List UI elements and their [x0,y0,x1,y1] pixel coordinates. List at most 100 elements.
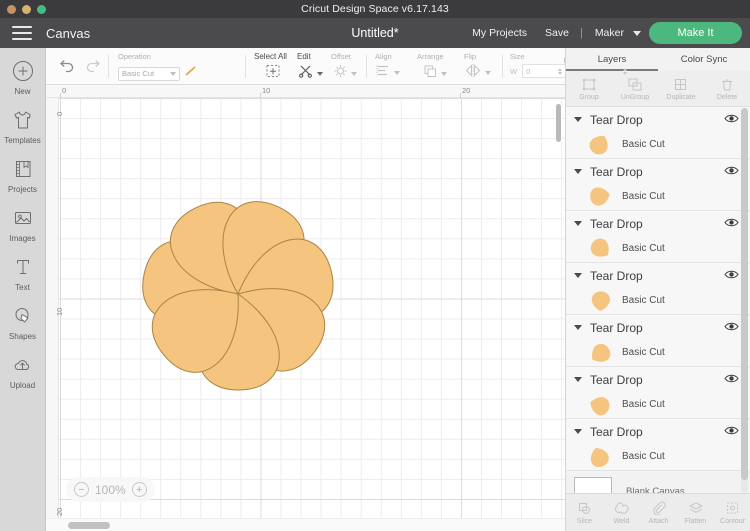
header-separator: | [578,27,585,39]
flatten-button[interactable]: Flatten [677,500,714,525]
chevron-down-icon[interactable] [394,71,400,75]
teardrop-thumbnail-icon [588,238,612,260]
visibility-eye-icon[interactable] [724,111,739,129]
layer-header[interactable]: Tear Drop [566,159,750,184]
ungroup-button[interactable]: UnGroup [612,71,658,106]
layer-detail[interactable]: Basic Cut [566,288,750,313]
layer-operation: Basic Cut [622,191,665,202]
visibility-eye-icon[interactable] [724,215,739,233]
visibility-eye-icon[interactable] [724,319,739,337]
blank-canvas-row[interactable]: Blank Canvas [566,471,750,495]
layer-detail[interactable]: Basic Cut [566,184,750,209]
layer-row[interactable]: Tear DropBasic Cut [566,315,750,367]
contour-button[interactable]: Contour [714,500,750,525]
canvas-vertical-scrollbar[interactable] [555,103,562,531]
sidebar-item-upload[interactable]: Upload [0,352,46,390]
toolbar-divider [245,55,246,78]
attach-button[interactable]: Attach [640,500,677,525]
save-button[interactable]: Save [536,27,578,39]
machine-selector-label[interactable]: Maker [585,27,628,39]
group-button[interactable]: Group [566,71,612,106]
chevron-down-icon[interactable] [633,31,641,36]
chevron-down-icon[interactable] [574,117,582,122]
undo-icon[interactable] [58,59,75,78]
sidebar-item-shapes[interactable]: Shapes [0,303,46,341]
canvas-horizontal-scrollbar[interactable] [46,518,565,531]
chevron-down-icon[interactable] [574,221,582,226]
chevron-down-icon[interactable] [574,325,582,330]
flip-icon[interactable] [464,64,482,82]
teardrop-thumbnail-icon [588,446,612,468]
tab-color-sync[interactable]: Color Sync [658,48,750,71]
layer-header[interactable]: Tear Drop [566,419,750,444]
tab-layers[interactable]: Layers [566,48,658,71]
zoom-in-button[interactable]: + [132,482,147,497]
select-all-icon[interactable] [265,64,281,83]
my-projects-link[interactable]: My Projects [463,27,536,39]
weld-button[interactable]: Weld [603,500,640,525]
canvas-vertical-scroll-thumb[interactable] [555,103,562,143]
ungroup-label: UnGroup [621,94,649,101]
canvas-horizontal-scroll-thumb[interactable] [68,522,110,529]
layer-row[interactable]: Tear Drop Basic Cut [566,159,750,211]
chevron-down-icon[interactable] [574,169,582,174]
duplicate-button[interactable]: Duplicate [658,71,704,106]
chevron-down-icon[interactable] [351,72,357,76]
sidebar-item-templates[interactable]: Templates [0,107,46,145]
width-label: W [510,67,517,76]
layer-detail[interactable]: Basic Cut [566,236,750,261]
zoom-out-button[interactable]: − [74,482,89,497]
align-icon[interactable] [376,64,391,82]
operation-select[interactable]: Basic Cut [118,67,180,81]
visibility-eye-icon[interactable] [724,423,739,441]
design-canvas[interactable]: 0 10 20 0 10 20 − 100% + [46,85,565,531]
toolbar-divider [502,55,503,78]
chevron-down-icon[interactable] [485,71,491,75]
hamburger-icon[interactable] [12,26,32,40]
sidebar-label-projects: Projects [8,185,37,194]
layer-detail[interactable]: Basic Cut [566,444,750,469]
height-stepper[interactable] [623,68,627,75]
layer-row[interactable]: Tear Drop Basic Cut [566,367,750,419]
layer-header[interactable]: Tear Drop [566,263,750,288]
layer-row[interactable]: Tear DropBasic Cut [566,107,750,159]
chevron-down-icon[interactable] [574,273,582,278]
sidebar-item-projects[interactable]: Projects [0,156,46,194]
chevron-down-icon[interactable] [317,72,323,76]
slice-button[interactable]: Slice [566,500,603,525]
arrange-icon[interactable] [423,64,438,83]
layer-name: Tear Drop [590,373,643,387]
layer-header[interactable]: Tear Drop [566,315,750,340]
visibility-eye-icon[interactable] [724,267,739,285]
layer-header[interactable]: Tear Drop [566,367,750,392]
make-it-button[interactable]: Make It [649,22,742,44]
layer-header[interactable]: Tear Drop [566,211,750,236]
redo-icon[interactable] [85,59,102,78]
group-icon [581,76,597,92]
layer-detail[interactable]: Basic Cut [566,132,750,157]
width-stepper[interactable] [558,68,562,75]
chevron-down-icon[interactable] [441,72,447,76]
layer-detail[interactable]: Basic Cut [566,392,750,417]
chevron-down-icon[interactable] [574,429,582,434]
layer-header[interactable]: Tear Drop [566,107,750,132]
layers-scroll-thumb[interactable] [741,108,748,480]
layer-row[interactable]: Tear DropBasic Cut [566,263,750,315]
layer-detail[interactable]: Basic Cut [566,340,750,365]
visibility-eye-icon[interactable] [724,371,739,389]
scissors-icon[interactable] [298,64,314,83]
sidebar-item-text[interactable]: Text [0,254,46,292]
offset-icon[interactable] [333,64,348,83]
photo-icon [10,205,36,231]
layers-list[interactable]: Tear DropBasic CutTear DropBasic CutTear… [566,107,750,495]
flower-artwork[interactable] [128,189,348,399]
chevron-down-icon[interactable] [574,377,582,382]
layers-scrollbar[interactable] [741,108,748,493]
visibility-eye-icon[interactable] [724,163,739,181]
sidebar-item-images[interactable]: Images [0,205,46,243]
line-type-swatch-icon[interactable] [183,64,198,83]
layer-row[interactable]: Tear DropBasic Cut [566,211,750,263]
sidebar-item-new[interactable]: New [0,58,46,96]
layer-row[interactable]: Tear DropBasic Cut [566,419,750,471]
delete-button[interactable]: Delete [704,71,750,106]
